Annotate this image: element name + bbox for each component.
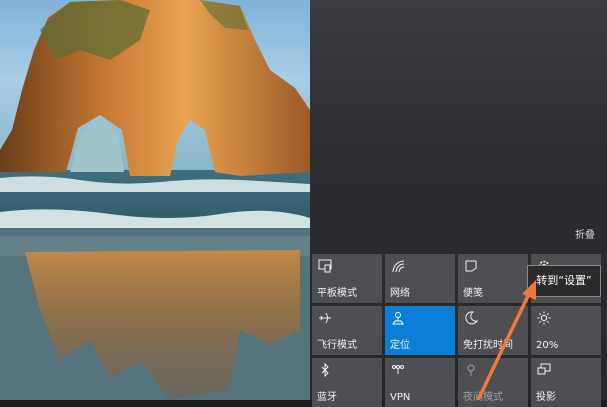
tile-label: 20%	[536, 340, 559, 351]
tile-label: 蓝牙	[317, 392, 337, 403]
project-icon	[537, 363, 551, 375]
tablet-mode-icon	[318, 259, 332, 273]
tile-label: 投影	[536, 392, 556, 403]
vpn-icon	[392, 365, 404, 374]
tile-network[interactable]: 网络	[385, 254, 455, 303]
tile-quiet-hours[interactable]: 免打扰时间	[458, 306, 528, 355]
moon-icon	[465, 311, 478, 325]
desktop-wallpaper	[0, 0, 310, 400]
tile-brightness[interactable]: 20%	[531, 306, 601, 355]
tile-label: 定位	[390, 340, 410, 351]
tile-label: VPN	[390, 392, 411, 403]
tile-location[interactable]: 定位	[385, 306, 455, 355]
collapse-link[interactable]: 折叠	[575, 226, 595, 241]
tile-label: 网络	[390, 288, 410, 299]
tile-tablet-mode[interactable]: 平板模式	[312, 254, 382, 303]
tile-label: 夜间模式	[463, 392, 503, 403]
network-icon	[392, 260, 405, 273]
tile-label: 便笺	[463, 288, 483, 299]
settings-tooltip: 转到“设置”	[527, 265, 601, 297]
night-light-icon	[467, 364, 475, 376]
tile-note[interactable]: 便笺	[458, 254, 528, 303]
brightness-icon	[537, 311, 551, 325]
wallpaper-image	[0, 0, 310, 400]
note-icon	[465, 260, 477, 272]
tile-airplane-mode[interactable]: 飞行模式	[312, 306, 382, 355]
location-icon	[392, 312, 404, 325]
tile-label: 平板模式	[317, 288, 357, 299]
airplane-icon	[319, 312, 331, 324]
tile-label: 免打扰时间	[463, 340, 513, 351]
tile-label: 飞行模式	[317, 340, 357, 351]
bluetooth-icon	[321, 363, 329, 377]
